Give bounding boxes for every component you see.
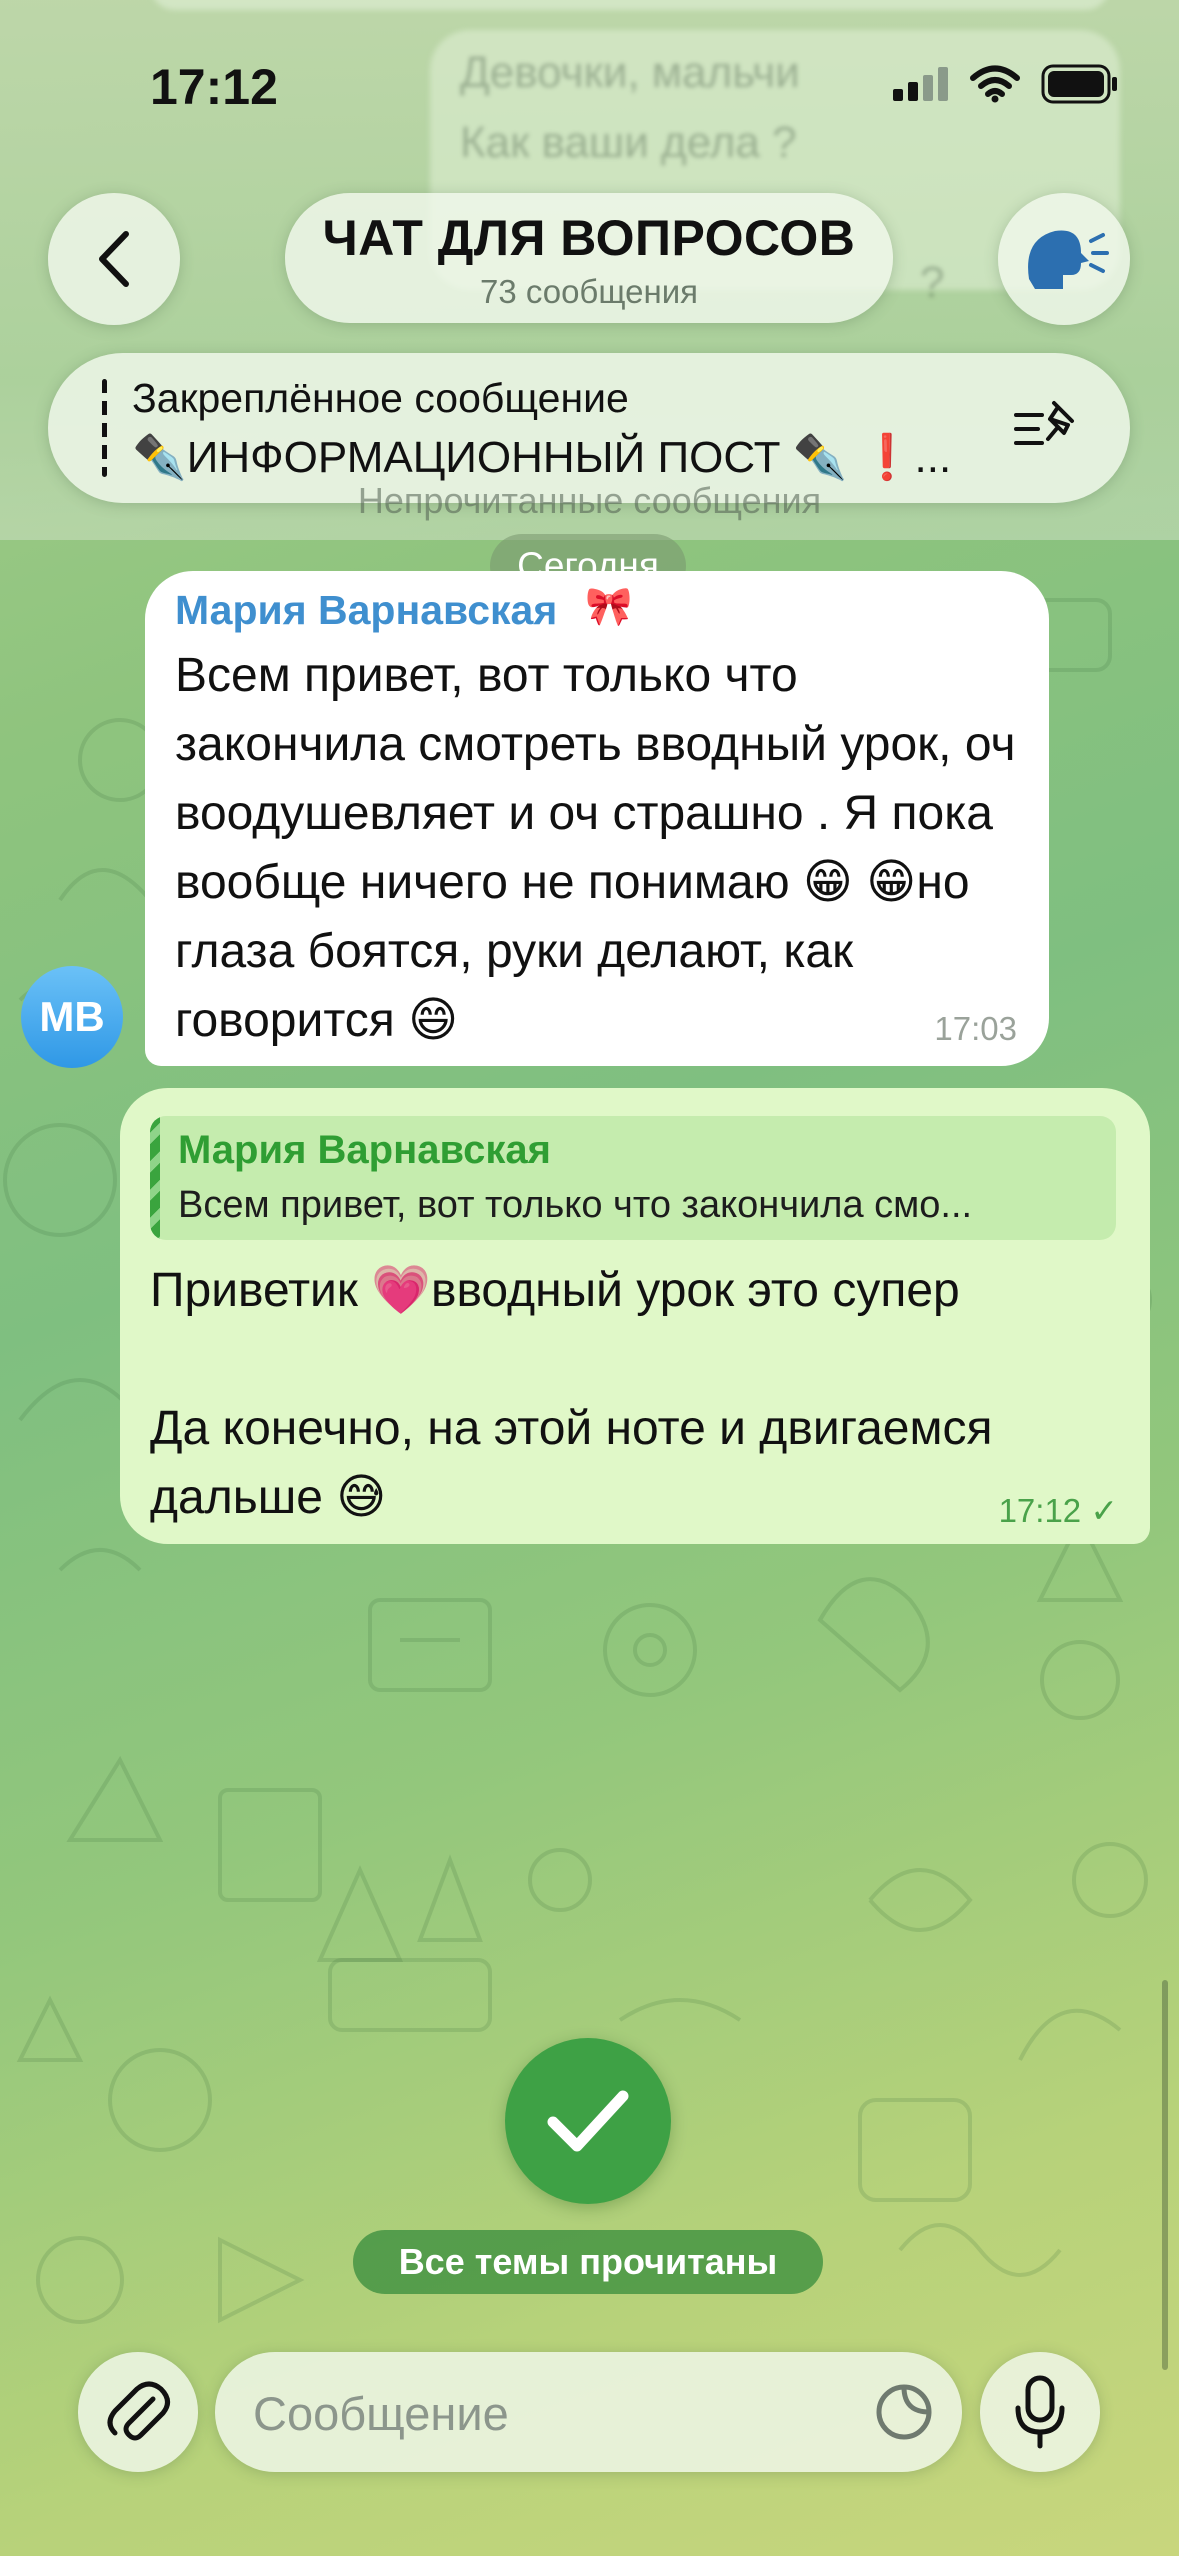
pinned-indicator [102, 379, 107, 477]
pinned-label: Закреплённое сообщение [132, 375, 629, 421]
chevron-left-icon [99, 231, 129, 287]
sticker-icon[interactable] [874, 2382, 934, 2442]
cellular-signal-icon [893, 67, 948, 101]
status-icons [893, 64, 1119, 104]
message-input[interactable] [251, 2372, 855, 2454]
microphone-icon [1015, 2375, 1065, 2449]
chat-title-pill[interactable]: ЧАТ ДЛЯ ВОПРОСОВ 73 сообщения [285, 193, 893, 323]
message-line: Да конечно, на этой ноте и двигаемся дал… [150, 1402, 993, 1524]
reply-text: Всем привет, вот только что закончила см… [178, 1184, 973, 1226]
message-time-status: 17:12 ✓ [999, 1491, 1118, 1530]
reply-indicator [150, 1116, 160, 1240]
pinned-list-icon[interactable] [1012, 399, 1078, 455]
wifi-icon [970, 65, 1020, 103]
previous-message-line: Как ваши дела ? [460, 118, 797, 167]
checkmark-icon [547, 2090, 629, 2152]
microphone-button[interactable] [980, 2352, 1100, 2472]
reply-quote[interactable]: Мария Варнавская Всем привет, вот только… [150, 1116, 1116, 1240]
paperclip-icon [107, 2381, 170, 2441]
chat-title: ЧАТ ДЛЯ ВОПРОСОВ [322, 210, 856, 266]
previous-message-line: ? [920, 258, 945, 307]
battery-icon [1041, 64, 1117, 104]
scroll-indicator[interactable] [1162, 1980, 1168, 2370]
reply-sender: Мария Варнавская [178, 1128, 551, 1172]
previous-message-line: Девочки, мальчи [460, 48, 800, 97]
message-line: Приветик 💗вводный урок это супер [150, 1264, 960, 1317]
incoming-message[interactable]: Мария Варнавская 🎀 Всем привет, вот толь… [145, 571, 1049, 1066]
message-input-pill[interactable] [215, 2352, 962, 2472]
voice-chat-icon [1028, 230, 1109, 289]
all-read-button[interactable] [505, 2038, 671, 2204]
outgoing-message[interactable]: Мария Варнавская Всем привет, вот только… [120, 1088, 1150, 1544]
message-sender[interactable]: Мария Варнавская [175, 587, 557, 634]
read-check-icon: ✓ [1090, 1492, 1118, 1529]
back-button[interactable] [48, 193, 180, 325]
message-time: 17:03 [934, 1010, 1017, 1047]
chat-subtitle: 73 сообщения [479, 273, 698, 310]
status-time: 17:12 [150, 59, 278, 115]
all-read-label: Все темы прочитаны [353, 2230, 823, 2294]
message-text: Всем привет, вот только что закончила см… [175, 649, 1016, 1047]
voice-chat-button[interactable] [998, 193, 1130, 325]
message-text: Приветик 💗вводный урок это супер Да коне… [150, 1256, 1110, 1532]
unread-separator: Непрочитанные сообщения [357, 480, 822, 521]
sender-status-emoji: 🎀 [585, 586, 633, 628]
avatar[interactable]: MB [21, 966, 123, 1068]
attach-button[interactable] [78, 2352, 198, 2472]
pinned-text: ✒️ИНФОРМАЦИОННЫЙ ПОСТ ✒️ ❗... [132, 433, 952, 482]
message-time: 17:12 [998, 1492, 1082, 1529]
previous-message-ghost [150, 0, 1110, 10]
